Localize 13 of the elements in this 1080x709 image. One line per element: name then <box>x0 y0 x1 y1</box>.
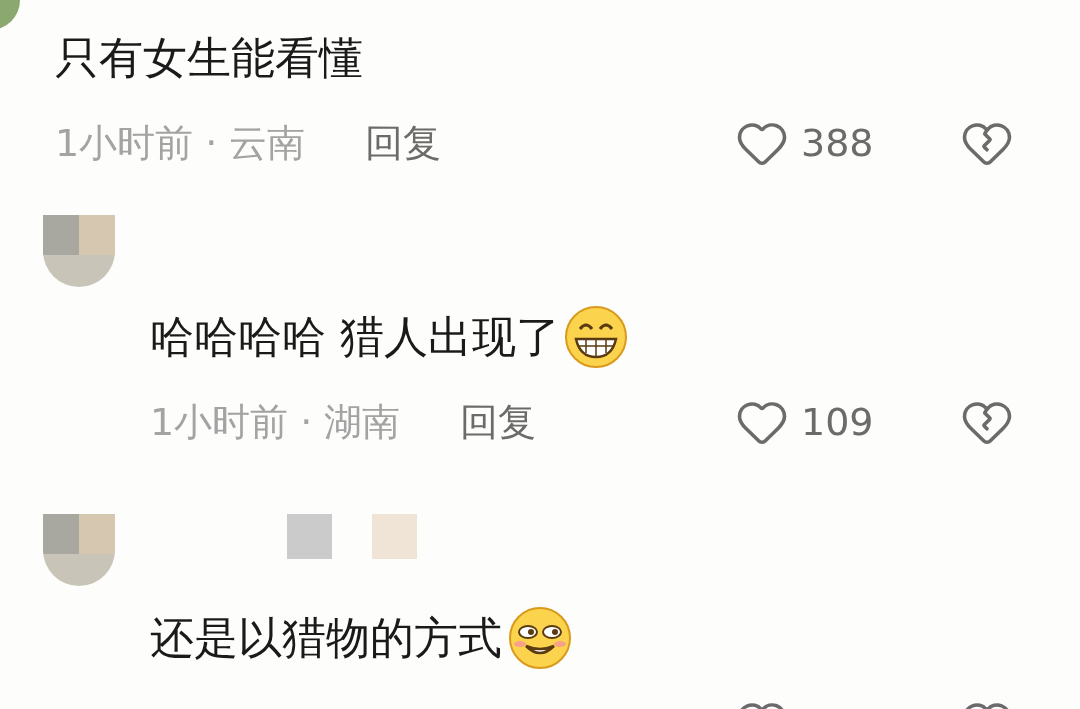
like-count: 388 <box>801 119 874 167</box>
time-location: 1小时前 · 湖南 <box>150 398 401 446</box>
like-count: 109 <box>801 398 874 446</box>
comment-text: 还是以猎物的方式 <box>150 615 502 660</box>
comment-text: 哈哈哈哈 猎人出现了 <box>150 314 560 359</box>
grinning-emoji-icon <box>564 304 628 369</box>
comment-text: 只有女生能看懂 <box>55 35 363 80</box>
smirking-emoji-icon <box>506 605 574 670</box>
time-location: 1小时前 · 云南 <box>55 119 306 167</box>
mosaic-block <box>287 514 332 559</box>
mosaic-block <box>372 514 417 559</box>
reply-button[interactable]: 回复 <box>460 393 537 451</box>
reply-button[interactable]: 回复 <box>365 114 442 172</box>
